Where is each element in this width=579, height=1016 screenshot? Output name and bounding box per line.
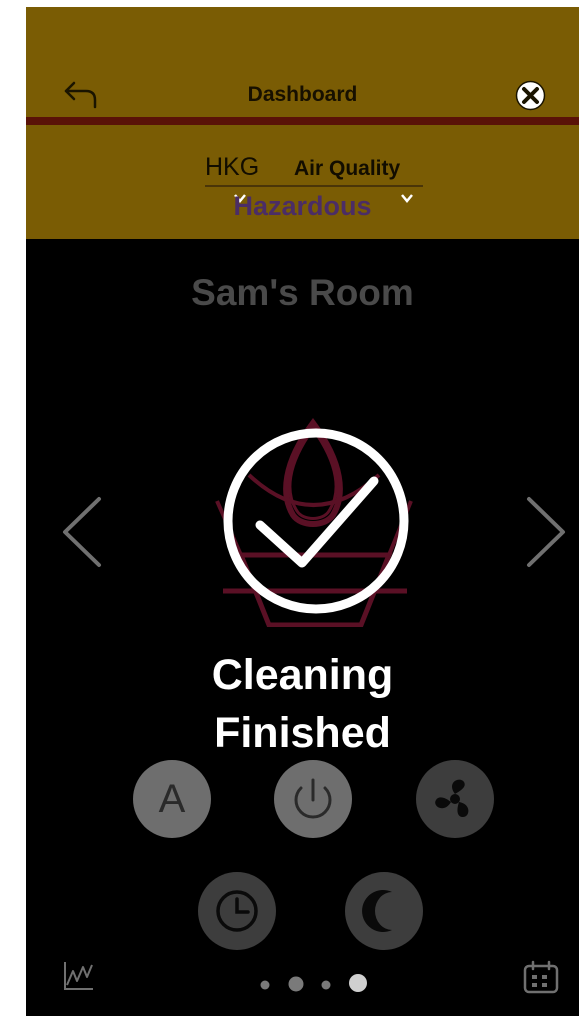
auto-mode-button[interactable]: A xyxy=(133,760,211,838)
header-divider xyxy=(26,117,579,125)
aq-label: Air Quality xyxy=(294,157,401,180)
aq-city[interactable]: HKG xyxy=(205,153,259,182)
moon-icon xyxy=(362,890,392,932)
auto-mode-label: A xyxy=(159,777,186,821)
timer-button[interactable] xyxy=(198,872,276,950)
fan-icon xyxy=(435,779,469,818)
status-message: Cleaning Finished xyxy=(26,646,579,762)
chevron-right-icon[interactable] xyxy=(523,495,569,569)
sleep-button[interactable] xyxy=(345,872,423,950)
chart-icon[interactable] xyxy=(62,959,95,992)
check-circle-icon xyxy=(223,428,409,614)
page-dot-active[interactable] xyxy=(349,974,367,992)
page-indicator xyxy=(260,974,367,992)
chevron-left-icon[interactable] xyxy=(59,495,105,569)
room-name: Sam's Room xyxy=(191,272,414,313)
fan-button[interactable] xyxy=(416,760,494,838)
page-dot[interactable] xyxy=(260,980,270,990)
chevron-down-icon[interactable] xyxy=(400,193,414,203)
page-title: Dashboard xyxy=(247,83,358,106)
calendar-icon[interactable] xyxy=(522,960,560,994)
aq-underline xyxy=(205,185,423,187)
app-screen: Dashboard HKG Air Quality Hazardous Sam'… xyxy=(26,7,579,1016)
aq-status: Hazardous xyxy=(233,191,372,221)
page-dot[interactable] xyxy=(321,980,331,990)
status-line-2: Finished xyxy=(214,709,391,757)
power-button[interactable] xyxy=(274,760,352,838)
header: Dashboard HKG Air Quality Hazardous xyxy=(26,7,579,239)
status-line-1: Cleaning xyxy=(211,651,394,699)
power-icon xyxy=(294,778,332,819)
clock-icon xyxy=(216,890,258,932)
page-dot[interactable] xyxy=(288,976,304,992)
close-icon[interactable] xyxy=(515,80,546,111)
